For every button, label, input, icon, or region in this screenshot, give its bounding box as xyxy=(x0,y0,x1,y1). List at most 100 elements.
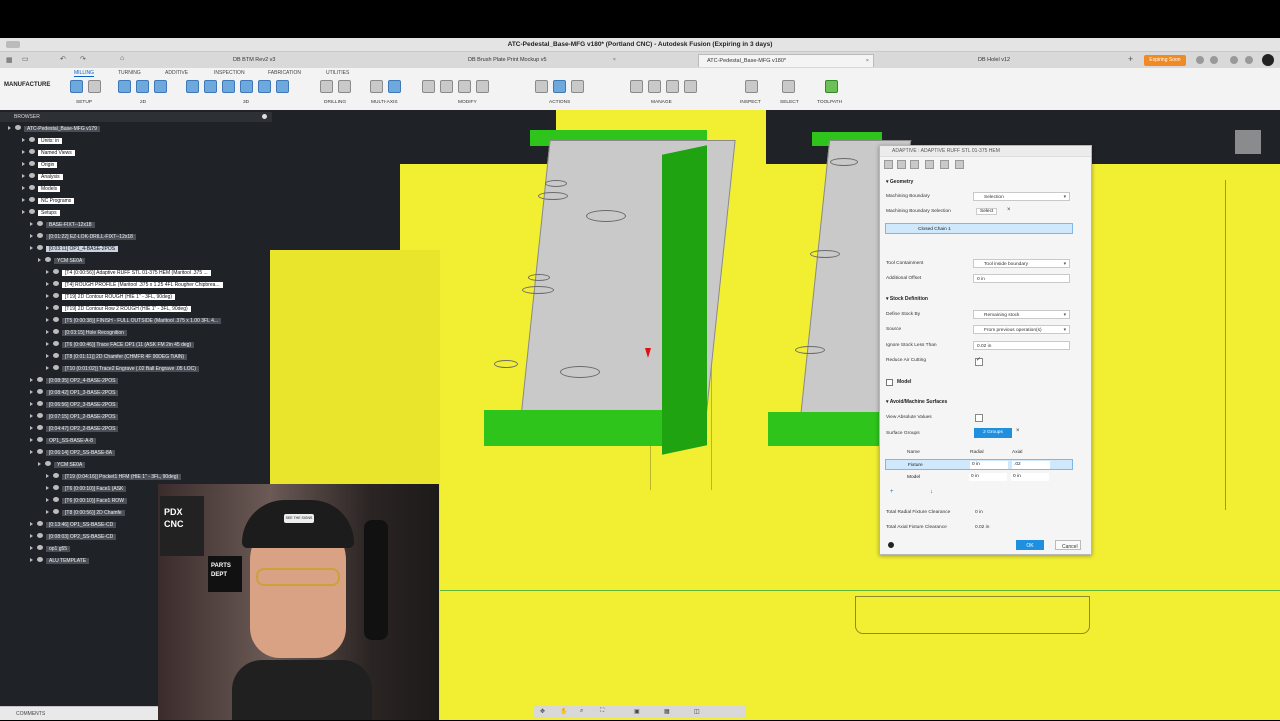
visibility-icon[interactable] xyxy=(37,533,43,538)
display-settings-icon[interactable]: ▣ xyxy=(634,708,640,715)
group-label-multi-axis[interactable]: MULTI-AXIS xyxy=(371,100,398,105)
pocket-icon[interactable] xyxy=(204,80,217,93)
expand-chevron-icon[interactable] xyxy=(30,558,33,562)
viewcube[interactable] xyxy=(1235,130,1261,154)
visibility-icon[interactable] xyxy=(53,365,59,370)
browser-row[interactable]: [T6 (0:00:46)] Trace FACE OP1 (11 (ASK F… xyxy=(46,341,195,350)
template-library-icon[interactable] xyxy=(648,80,661,93)
comments-bar[interactable]: COMMENTS xyxy=(0,706,158,720)
fit-icon[interactable]: ⛶ xyxy=(600,708,604,715)
visibility-icon[interactable] xyxy=(37,437,43,442)
expand-chevron-icon[interactable] xyxy=(46,510,49,514)
doc-tab-1[interactable]: DB BTM Rev2 v3 xyxy=(225,54,375,67)
grid-icon[interactable]: ▦ xyxy=(6,56,13,64)
tab-additive[interactable]: ADDITIVE xyxy=(165,70,188,76)
browser-row[interactable]: YCM SE0A xyxy=(38,257,86,266)
closed-chain-item[interactable]: Closed Chain 1 xyxy=(885,223,1073,234)
pan-icon[interactable]: ✋ xyxy=(560,708,567,715)
navigation-bar[interactable]: ✥ ✋ ⌕ ⛶ ▣ ▦ ◫ xyxy=(534,706,746,718)
tool-library-icon[interactable] xyxy=(630,80,643,93)
group-label-modify[interactable]: MODIFY xyxy=(458,100,477,105)
workspace-switcher[interactable]: MANUFACTURE xyxy=(4,82,50,88)
expand-chevron-icon[interactable] xyxy=(46,342,49,346)
expand-chevron-icon[interactable] xyxy=(46,366,49,370)
close-icon[interactable]: × xyxy=(613,54,616,67)
group-label-inspect[interactable]: INSPECT xyxy=(740,100,761,105)
select-icon[interactable] xyxy=(782,80,795,93)
visibility-icon[interactable] xyxy=(37,233,43,238)
face-icon[interactable] xyxy=(154,80,167,93)
add-group-icon[interactable]: + xyxy=(890,489,894,495)
clear-groups-icon[interactable]: × xyxy=(1016,428,1020,434)
grid-settings-icon[interactable]: ▦ xyxy=(664,708,670,715)
browser-row[interactable]: Origin xyxy=(22,161,58,170)
expand-chevron-icon[interactable] xyxy=(30,546,33,550)
visibility-icon[interactable] xyxy=(45,257,51,262)
visibility-icon[interactable] xyxy=(53,509,59,514)
measure-icon[interactable] xyxy=(745,80,758,93)
2d-adaptive-icon[interactable] xyxy=(118,80,131,93)
expand-chevron-icon[interactable] xyxy=(22,138,25,142)
expand-chevron-icon[interactable] xyxy=(30,402,33,406)
browser-row[interactable]: [0:08:03] OP2_SS-BASE-CD xyxy=(30,533,117,542)
axial-input[interactable]: 0 in xyxy=(1011,473,1049,481)
parallel-icon[interactable] xyxy=(258,80,271,93)
passes-tab-icon[interactable] xyxy=(925,160,934,169)
heights-tab-icon[interactable] xyxy=(910,160,919,169)
info-icon[interactable] xyxy=(888,542,894,548)
clear-selection-icon[interactable]: × xyxy=(1007,207,1011,213)
visibility-icon[interactable] xyxy=(37,413,43,418)
expand-chevron-icon[interactable] xyxy=(22,186,25,190)
group-label-toolpath[interactable]: TOOLPATH xyxy=(817,100,842,105)
hole-recognition-icon[interactable] xyxy=(338,80,351,93)
help-icon[interactable] xyxy=(1245,56,1253,64)
visibility-icon[interactable] xyxy=(53,317,59,322)
browser-row[interactable]: [T19 (0:04:16)] Pocket1 HFM (HIE 1" - 3F… xyxy=(46,473,182,482)
group-label-3d[interactable]: 3D xyxy=(243,100,249,105)
expand-chevron-icon[interactable] xyxy=(30,414,33,418)
browser-row[interactable]: [0:01:22] EZ-LOK-DRILL-FIXT--12x18 xyxy=(30,233,136,242)
expand-chevron-icon[interactable] xyxy=(22,174,25,178)
home-icon[interactable]: ⌂ xyxy=(120,55,124,62)
visibility-icon[interactable] xyxy=(53,485,59,490)
zoom-icon[interactable]: ⌕ xyxy=(580,708,583,715)
group-label-drilling[interactable]: DRILLING xyxy=(324,100,346,105)
browser-row[interactable]: [T6 (0:00:10)] Face1 ROW xyxy=(46,497,127,506)
tool-tab-icon[interactable] xyxy=(884,160,893,169)
visibility-icon[interactable] xyxy=(53,281,59,286)
move-icon[interactable] xyxy=(476,80,489,93)
expand-chevron-icon[interactable] xyxy=(46,270,49,274)
file-icon[interactable]: ▭ xyxy=(22,55,29,63)
2d-pocket-icon[interactable] xyxy=(136,80,149,93)
expiring-badge[interactable]: Expiring Soon xyxy=(1144,55,1186,66)
browser-row[interactable]: Named Views xyxy=(22,149,75,158)
visibility-icon[interactable] xyxy=(53,473,59,478)
radial-input[interactable]: 0 in xyxy=(969,473,1007,481)
browser-row[interactable]: [0:07:15] OP1_2-BASE-2POS xyxy=(30,413,119,422)
axial-input[interactable]: .02 xyxy=(1012,461,1050,469)
browser-row[interactable]: [0:08:35] OP2_4-BASE-2POS xyxy=(30,377,119,386)
group-label-setup[interactable]: SETUP xyxy=(76,100,92,105)
expand-chevron-icon[interactable] xyxy=(46,498,49,502)
expand-chevron-icon[interactable] xyxy=(46,294,49,298)
tab-fabrication[interactable]: FABRICATION xyxy=(268,70,301,76)
expand-chevron-icon[interactable] xyxy=(30,390,33,394)
visibility-icon[interactable] xyxy=(29,197,35,202)
browser-row[interactable]: OP1_SS-BASE-A-8 xyxy=(30,437,96,446)
geometry-tab-icon[interactable] xyxy=(897,160,906,169)
group-label-select[interactable]: SELECT xyxy=(780,100,799,105)
adaptive-icon[interactable] xyxy=(186,80,199,93)
browser-row[interactable]: [0:13:46] OP1_SS-BASE-CD xyxy=(30,521,117,530)
group-label-2d[interactable]: 2D xyxy=(140,100,146,105)
visibility-icon[interactable] xyxy=(37,521,43,526)
delete-icon[interactable] xyxy=(440,80,453,93)
doc-tab-4[interactable]: DB Holel v12 xyxy=(970,54,1120,67)
visibility-icon[interactable] xyxy=(37,221,43,226)
expand-chevron-icon[interactable] xyxy=(38,462,41,466)
toolpath-icon[interactable] xyxy=(825,80,838,93)
browser-row[interactable]: ALU TEMPLATE xyxy=(30,557,90,566)
visibility-icon[interactable] xyxy=(53,341,59,346)
browser-row[interactable]: [0:06:14] OP2_SS-BASE-8A xyxy=(30,449,116,458)
refresh-icon[interactable] xyxy=(1196,56,1204,64)
browser-row[interactable]: [0:08:42] OP1_3-BASE-2POS xyxy=(30,389,119,398)
